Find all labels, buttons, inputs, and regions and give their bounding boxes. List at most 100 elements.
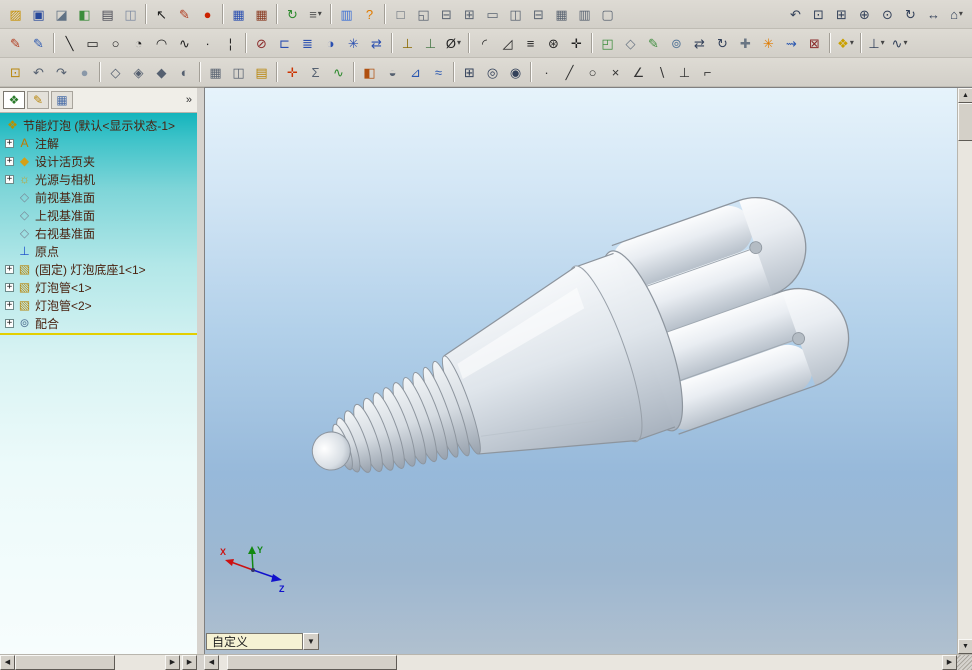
viewport-scroll-track[interactable] — [219, 655, 942, 670]
linear-pattern-icon[interactable]: ≡ — [519, 32, 542, 55]
reference-geometry-icon[interactable]: ⊥ ▾ — [865, 32, 888, 55]
move-entities-icon[interactable]: ⇄ — [365, 32, 388, 55]
tree-item-front-plane[interactable]: ◇ 前视基准面 — [0, 188, 197, 206]
tree-item-base-part[interactable]: + ▧ (固定) 灯泡底座1<1> — [0, 260, 197, 278]
interference-detection-icon[interactable]: ⊠ — [803, 32, 826, 55]
arrange-windows-icon[interactable]: ▥ — [573, 3, 596, 26]
open-icon[interactable]: ▨ — [4, 3, 27, 26]
modify-sketch-icon[interactable]: ✛ — [565, 32, 588, 55]
window-resize-grip[interactable] — [957, 655, 972, 670]
customize-combobox-field[interactable]: 自定义 — [206, 633, 303, 650]
hidden-lines-removed-icon[interactable]: ◆ — [150, 61, 173, 84]
zoom-to-fit-icon[interactable]: ⊡ — [807, 3, 830, 26]
curves-dropdown-arrow[interactable]: ▾ — [903, 39, 907, 47]
viewport-scroll-thumb[interactable] — [227, 655, 397, 670]
expand-toggle[interactable]: + — [5, 318, 14, 328]
mirror-entities-icon[interactable]: ◑ — [319, 32, 342, 55]
mass-properties-icon[interactable]: Σ — [304, 61, 327, 84]
offset-entities-icon[interactable]: ≣ — [296, 32, 319, 55]
tree-item-annotations[interactable]: + A 注解 — [0, 134, 197, 152]
filter-vertices-icon[interactable]: · — [535, 61, 558, 84]
curvature-icon[interactable]: ∿ — [327, 61, 350, 84]
hidden-lines-visible-icon[interactable]: ◈ — [127, 61, 150, 84]
standard-views-icon[interactable]: ⌂ ▾ — [945, 3, 968, 26]
tree-item-mates[interactable]: + ⊚ 配合 — [0, 314, 197, 332]
single-viewport-icon[interactable]: ▭ — [481, 3, 504, 26]
standard-views-dropdown-arrow[interactable]: ▾ — [959, 10, 963, 18]
rotate-view-icon[interactable]: ↻ — [899, 3, 922, 26]
expand-toggle[interactable]: + — [5, 138, 14, 148]
panel-next-button[interactable]: ▶ — [182, 655, 197, 670]
four-viewports-icon[interactable]: ▦ — [550, 3, 573, 26]
save-icon[interactable]: ▣ — [27, 3, 50, 26]
smart-dimension-icon[interactable]: Ø ▾ — [442, 32, 465, 55]
sketch-chamfer-icon[interactable]: ◿ — [496, 32, 519, 55]
circle-icon[interactable]: ○ — [104, 32, 127, 55]
expand-toggle[interactable]: + — [5, 282, 14, 292]
zoom-to-selection-icon[interactable]: ⊙ — [876, 3, 899, 26]
file-properties-icon[interactable]: ▥ — [335, 3, 358, 26]
close-all-windows-icon[interactable]: ▢ — [596, 3, 619, 26]
zoom-to-area-icon[interactable]: ⊞ — [830, 3, 853, 26]
point-icon[interactable]: ∙ — [196, 32, 219, 55]
model-canvas[interactable] — [205, 88, 972, 654]
expand-toggle[interactable]: + — [5, 174, 14, 184]
zebra-stripes-icon[interactable]: ≈ — [427, 61, 450, 84]
expand-toggle[interactable]: + — [5, 156, 14, 166]
appearances-icon[interactable]: ❖ ▾ — [834, 32, 857, 55]
draft-analysis-icon[interactable]: ⊿ — [404, 61, 427, 84]
linear-sketch-pattern-icon[interactable]: ✳ — [342, 32, 365, 55]
design-table-icon[interactable]: ▦ — [227, 3, 250, 26]
tree-item-tube-part-1[interactable]: + ▧ 灯泡管<1> — [0, 278, 197, 296]
filter-edges-icon[interactable]: ╱ — [558, 61, 581, 84]
tree-item-origin[interactable]: ⊥ 原点 — [0, 242, 197, 260]
view-next-icon[interactable]: ↷ — [50, 61, 73, 84]
customize-combobox[interactable]: 自定义 ▼ — [206, 633, 319, 650]
sketch-icon[interactable]: ✎ — [4, 32, 27, 55]
featuremanager-tab[interactable]: ❖ — [3, 91, 25, 109]
curves-icon[interactable]: ∿ ▾ — [888, 32, 911, 55]
expand-toggle[interactable]: + — [5, 264, 14, 274]
smart-fasteners-icon[interactable]: ✚ — [734, 32, 757, 55]
edit-component-icon[interactable]: ✎ — [642, 32, 665, 55]
rebuild-icon[interactable]: ↻ — [281, 3, 304, 26]
spline-icon[interactable]: ∿ — [173, 32, 196, 55]
move-component-icon[interactable]: ⇄ — [688, 32, 711, 55]
tangent-arc-icon[interactable]: ◠ — [150, 32, 173, 55]
insert-component-icon[interactable]: ◰ — [596, 32, 619, 55]
panel-horizontal-scrollbar[interactable]: ◀ ▶ ▶ — [0, 655, 197, 670]
hide-show-component-icon[interactable]: ◇ — [619, 32, 642, 55]
panel-scroll-right-button[interactable]: ▶ — [165, 655, 180, 670]
rectangle-icon[interactable]: ▭ — [81, 32, 104, 55]
zoom-in-out-icon[interactable]: ⊕ — [853, 3, 876, 26]
design-journal-icon[interactable]: ▤ — [250, 61, 273, 84]
view-palette-icon[interactable]: ⊡ — [4, 61, 27, 84]
exploded-view-icon[interactable]: ✳ — [757, 32, 780, 55]
shadows-icon[interactable]: ◐ — [173, 61, 196, 84]
propertymanager-tab[interactable]: ✎ — [27, 91, 49, 109]
record-macro-icon[interactable]: ● — [196, 3, 219, 26]
filter-dimensions-icon[interactable]: × — [604, 61, 627, 84]
panel-splitter[interactable] — [197, 87, 204, 654]
options-dropdown-arrow[interactable]: ▾ — [318, 10, 322, 18]
vertical-scrollbar[interactable]: ▲ ▼ — [957, 88, 972, 654]
scroll-down-button[interactable]: ▼ — [958, 639, 972, 654]
cascade-windows-icon[interactable]: ◱ — [412, 3, 435, 26]
measure-icon[interactable]: ✛ — [281, 61, 304, 84]
viewport-horizontal-scrollbar[interactable]: ◀ ▶ — [204, 655, 972, 670]
filter-axes-icon[interactable]: ∖ — [650, 61, 673, 84]
tree-item-assembly-root[interactable]: ❖ 节能灯泡 (默认<显示状态-1> — [0, 116, 197, 134]
filter-reset-icon[interactable]: ⌐ — [696, 61, 719, 84]
transparency-icon[interactable]: ◒ — [381, 61, 404, 84]
filter-faces-icon[interactable]: ○ — [581, 61, 604, 84]
scroll-up-button[interactable]: ▲ — [958, 88, 972, 103]
expand-toggle[interactable]: + — [5, 300, 14, 310]
filter-planes-icon[interactable]: ⊥ — [673, 61, 696, 84]
new-window-icon[interactable]: □ — [389, 3, 412, 26]
display-settings-icon[interactable]: ◉ — [504, 61, 527, 84]
tile-horizontally-icon[interactable]: ⊟ — [435, 3, 458, 26]
reference-geometry-dropdown-arrow[interactable]: ▾ — [881, 39, 885, 47]
sketch-entity-icon[interactable]: ✎ — [173, 3, 196, 26]
mate-icon[interactable]: ⊚ — [665, 32, 688, 55]
appearances-dropdown-arrow[interactable]: ▾ — [850, 39, 854, 47]
